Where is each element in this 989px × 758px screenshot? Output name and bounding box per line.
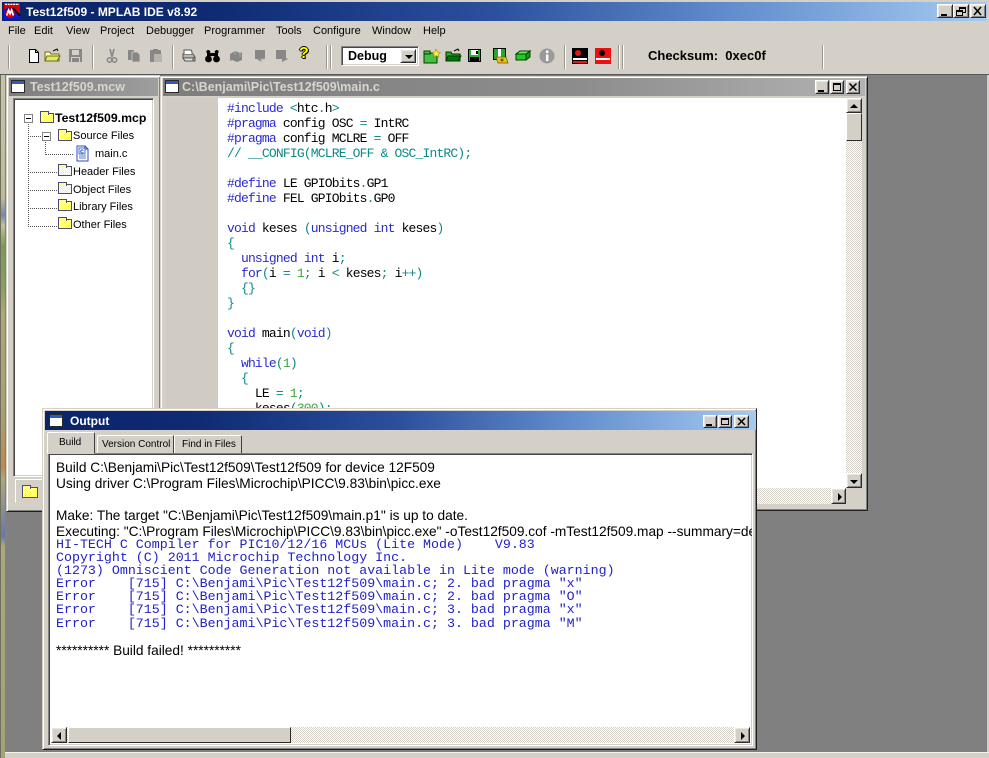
svg-text:c: c (80, 149, 84, 156)
